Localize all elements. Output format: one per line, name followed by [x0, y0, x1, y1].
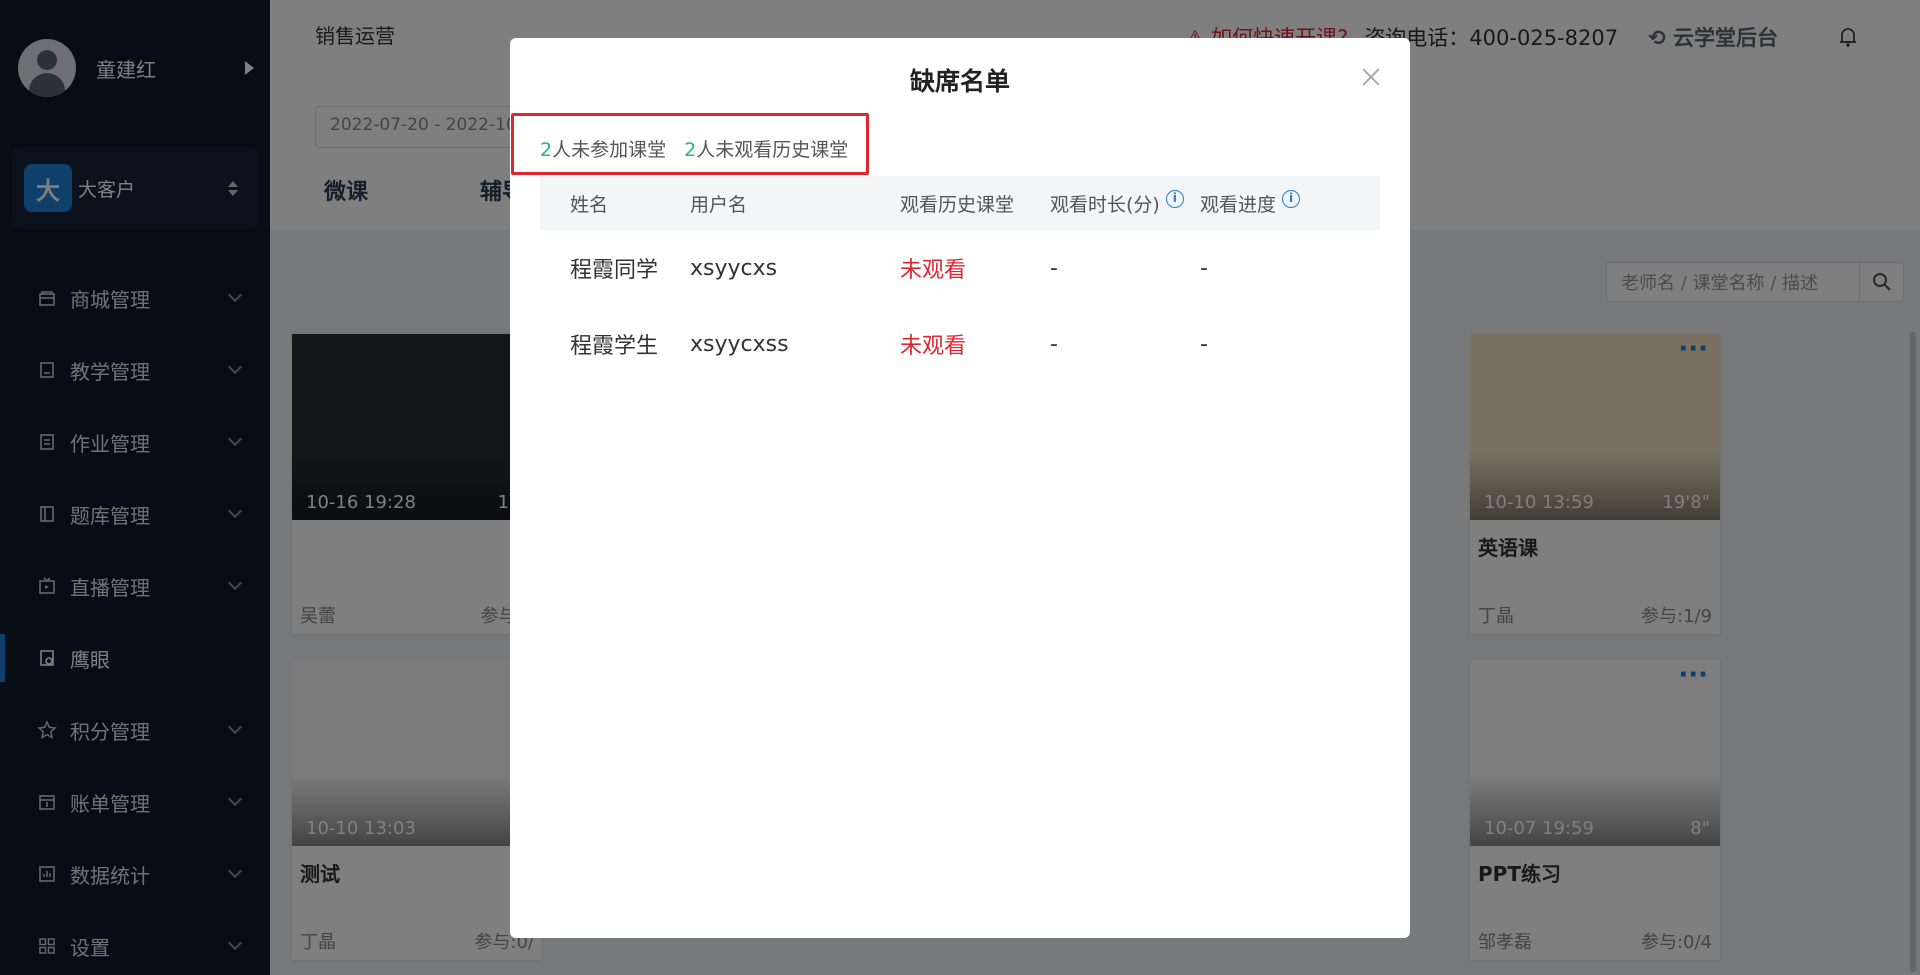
- cell-duration: -: [1050, 255, 1058, 281]
- absence-table: 姓名 用户名 观看历史课堂 观看时长(分) i 观看进度 i 程霞同学 xsyycx…: [540, 176, 1380, 382]
- cell-duration: -: [1050, 331, 1058, 357]
- summary-count: 2: [540, 139, 553, 161]
- column-header-progress: 观看进度 i: [1200, 189, 1380, 217]
- summary-text: 人未参加课堂: [552, 139, 667, 161]
- column-header-label: 观看进度: [1200, 193, 1277, 216]
- summary-not-attended: 2人未参加课堂: [540, 139, 666, 161]
- info-icon[interactable]: i: [1165, 189, 1184, 208]
- cell-progress: -: [1200, 255, 1208, 281]
- cell-username: xsyycxss: [690, 331, 789, 357]
- cell-username: xsyycxs: [690, 255, 778, 281]
- info-icon[interactable]: i: [1282, 189, 1301, 208]
- column-header-label: 观看时长(分): [1050, 193, 1160, 216]
- cell-progress: -: [1200, 331, 1208, 357]
- summary-not-watched: 2人未观看历史课堂: [684, 139, 848, 161]
- column-header: 姓名: [570, 193, 609, 216]
- table-row: 程霞同学 xsyycxs 未观看 - -: [540, 230, 1380, 306]
- cell-name: 程霞学生: [570, 334, 659, 359]
- column-header-duration: 观看时长(分) i: [1050, 189, 1200, 217]
- cell-status: 未观看: [900, 334, 967, 359]
- absence-summary: 2人未参加课堂 2人未观看历史课堂: [511, 113, 869, 175]
- cell-status: 未观看: [900, 258, 967, 283]
- summary-text: 人未观看历史课堂: [696, 139, 849, 161]
- column-header: 观看历史课堂: [900, 193, 1015, 216]
- table-header: 姓名 用户名 观看历史课堂 观看时长(分) i 观看进度 i: [540, 176, 1380, 230]
- modal-title: 缺席名单: [909, 67, 1010, 96]
- absence-list-modal: 缺席名单 2人未参加课堂 2人未观看历史课堂 姓名 用户名 观看历史课堂 观看时…: [510, 38, 1410, 938]
- table-row: 程霞学生 xsyycxss 未观看 - -: [540, 306, 1380, 382]
- cell-name: 程霞同学: [570, 258, 659, 283]
- summary-count: 2: [684, 139, 697, 161]
- column-header: 用户名: [690, 193, 748, 216]
- close-icon[interactable]: [1360, 66, 1382, 88]
